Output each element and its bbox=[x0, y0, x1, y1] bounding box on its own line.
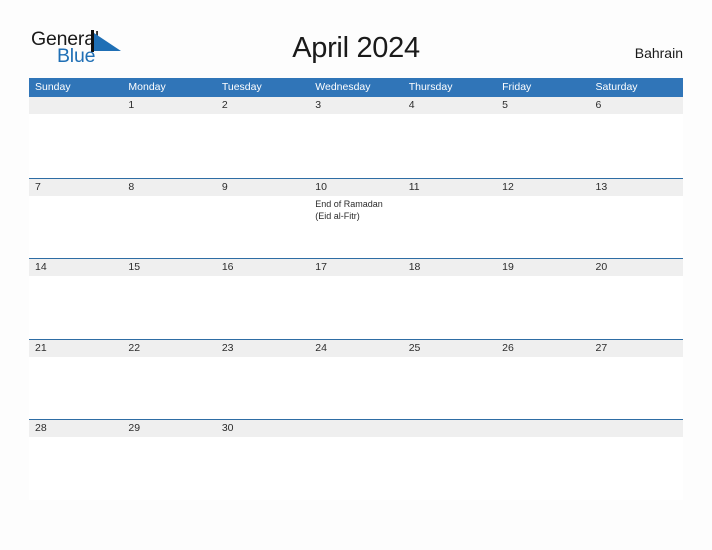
day-number: 18 bbox=[408, 261, 421, 273]
day-number: 28 bbox=[35, 422, 47, 434]
weekday-header-sunday: Sunday bbox=[35, 81, 71, 93]
day-number: 24 bbox=[315, 341, 327, 354]
calendar-day-cell[interactable]: 2 bbox=[216, 97, 309, 178]
weekday-header-saturday: Saturday bbox=[595, 81, 638, 93]
day-number: 11 bbox=[408, 180, 420, 193]
calendar-day-cell[interactable]: 12 bbox=[496, 179, 589, 259]
day-events: End of Ramadan (Eid al-Fitr) bbox=[315, 196, 402, 222]
day-number: 20 bbox=[595, 261, 608, 273]
calendar-day-cell[interactable]: 4 bbox=[403, 97, 496, 178]
day-number: 19 bbox=[502, 261, 514, 273]
calendar-day-cell[interactable]: 28 bbox=[29, 420, 122, 500]
calendar-week-days: 1 2 3 4 5 6 bbox=[29, 97, 683, 178]
calendar-day-cell[interactable]: 17 bbox=[309, 259, 402, 339]
calendar-day-cell[interactable]: 22 bbox=[122, 340, 215, 420]
calendar-day-cell-empty bbox=[29, 97, 122, 178]
day-number: 1 bbox=[128, 99, 135, 111]
day-number: 23 bbox=[221, 341, 234, 354]
weekday-header-friday: Friday bbox=[502, 81, 532, 93]
day-number: 12 bbox=[502, 180, 514, 193]
holiday-event-line: (Eid al-Fitr) bbox=[315, 210, 360, 221]
calendar-day-cell[interactable]: 21 bbox=[29, 340, 122, 420]
calendar-day-cell[interactable]: 25 bbox=[403, 340, 496, 420]
calendar-week-row: 21 22 23 24 25 26 27 bbox=[29, 338, 683, 420]
day-number: 27 bbox=[595, 341, 608, 354]
day-number: 13 bbox=[595, 180, 608, 193]
day-number: 3 bbox=[315, 99, 322, 111]
calendar-week-days: 28 29 30 bbox=[29, 420, 683, 500]
calendar-day-cell[interactable]: 8 bbox=[122, 179, 215, 259]
calendar-week-row: 7 8 9 10 End of Ramadan (Eid al-Fitr) 11 12 13 bbox=[29, 177, 683, 259]
day-number: 29 bbox=[128, 422, 141, 434]
page-header: General Blue April 2024 Bahrain bbox=[0, 0, 712, 76]
calendar-day-cell[interactable]: 23 bbox=[216, 340, 309, 420]
weekday-header-monday: Monday bbox=[128, 81, 166, 93]
calendar-day-cell[interactable]: 27 bbox=[590, 340, 683, 420]
calendar-day-cell[interactable]: 13 bbox=[590, 179, 683, 259]
calendar-week-row: 28 29 30 bbox=[29, 419, 683, 500]
calendar-page: General Blue April 2024 Bahrain Sunday Mo… bbox=[0, 0, 712, 550]
calendar-day-cell[interactable]: 7 bbox=[29, 179, 122, 259]
weekday-header-wednesday: Wednesday bbox=[315, 81, 371, 93]
country-label: Bahrain bbox=[634, 45, 683, 61]
day-number: 5 bbox=[502, 99, 508, 111]
holiday-event-line: End of Ramadan bbox=[315, 198, 383, 209]
calendar-weeks: 1 2 3 4 5 6 7 8 9 10 End of Ramadan (Eid al-Fitr) 11… bbox=[29, 97, 683, 500]
day-number: 26 bbox=[502, 341, 514, 354]
calendar-day-cell[interactable]: 9 bbox=[216, 179, 309, 259]
day-number: 6 bbox=[595, 99, 602, 111]
calendar-week-row: 1 2 3 4 5 6 bbox=[29, 97, 683, 178]
day-number: 15 bbox=[128, 261, 141, 273]
calendar-day-cell[interactable]: 11 bbox=[403, 179, 496, 259]
day-number: 16 bbox=[221, 261, 234, 273]
calendar-day-cell-empty bbox=[309, 420, 402, 500]
calendar-day-cell[interactable]: 20 bbox=[590, 259, 683, 339]
day-number: 30 bbox=[221, 422, 234, 434]
calendar-week-row: 14 15 16 17 18 19 20 bbox=[29, 258, 683, 339]
day-number: 7 bbox=[35, 180, 41, 193]
calendar-day-cell[interactable]: 24 bbox=[309, 340, 402, 420]
calendar-day-cell[interactable]: 1 bbox=[122, 97, 215, 178]
day-number: 8 bbox=[128, 180, 135, 193]
calendar-day-cell[interactable]: 6 bbox=[590, 97, 683, 178]
calendar-day-cell[interactable]: 15 bbox=[122, 259, 215, 339]
calendar-day-cell-empty bbox=[590, 420, 683, 500]
calendar-day-cell[interactable]: 30 bbox=[216, 420, 309, 500]
calendar-day-cell[interactable]: 5 bbox=[496, 97, 589, 178]
calendar-week-days: 14 15 16 17 18 19 20 bbox=[29, 259, 683, 339]
day-number: 25 bbox=[408, 341, 421, 354]
calendar-day-cell[interactable]: 29 bbox=[122, 420, 215, 500]
calendar-day-cell-empty bbox=[496, 420, 589, 500]
calendar-week-days: 21 22 23 24 25 26 27 bbox=[29, 340, 683, 420]
calendar-day-cell[interactable]: 14 bbox=[29, 259, 122, 339]
day-number: 9 bbox=[221, 180, 228, 193]
calendar-day-cell[interactable]: 26 bbox=[496, 340, 589, 420]
weekday-header-tuesday: Tuesday bbox=[221, 81, 262, 93]
calendar-week-days: 7 8 9 10 End of Ramadan (Eid al-Fitr) 11 12 13 bbox=[29, 179, 683, 259]
day-number: 10 bbox=[315, 180, 327, 193]
calendar-day-cell-empty bbox=[403, 420, 496, 500]
day-number: 17 bbox=[315, 261, 327, 273]
calendar-day-cell[interactable]: 10 End of Ramadan (Eid al-Fitr) bbox=[309, 179, 402, 259]
weekday-header-thursday: Thursday bbox=[408, 81, 453, 93]
calendar-day-cell[interactable]: 16 bbox=[216, 259, 309, 339]
calendar-day-cell[interactable]: 18 bbox=[403, 259, 496, 339]
day-number: 4 bbox=[408, 99, 415, 111]
day-number: 22 bbox=[128, 341, 141, 354]
day-number: 21 bbox=[35, 341, 47, 354]
calendar-grid: Sunday Monday Tuesday Wednesday Thursday Frid… bbox=[29, 78, 683, 500]
calendar-day-cell[interactable]: 3 bbox=[309, 97, 402, 178]
day-number: 2 bbox=[221, 99, 228, 111]
calendar-day-cell[interactable]: 19 bbox=[496, 259, 589, 339]
page-title: April 2024 bbox=[292, 32, 420, 64]
weekday-header-row: Sunday Monday Tuesday Wednesday Thursday Frid… bbox=[29, 78, 683, 97]
day-number: 14 bbox=[35, 261, 47, 273]
